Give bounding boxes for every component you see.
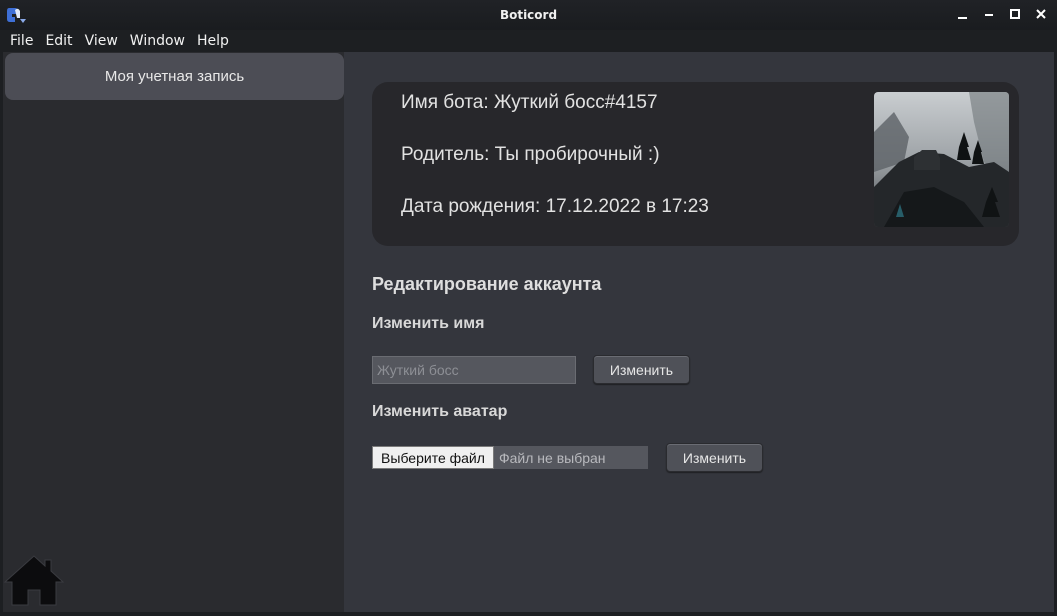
main-content: Имя бота: Жуткий босс#4157 Родитель: Ты … xyxy=(344,52,1054,612)
change-avatar-button[interactable]: Изменить xyxy=(666,443,763,472)
restore-icon[interactable] xyxy=(981,6,997,22)
close-icon[interactable] xyxy=(1033,6,1049,22)
bot-parent: Родитель: Ты пробирочный :) xyxy=(401,144,660,165)
choose-file-button[interactable]: Выберите файл xyxy=(372,446,494,469)
bot-name-input[interactable] xyxy=(372,356,576,384)
title-bar: Boticord xyxy=(0,0,1057,30)
avatar-file-input[interactable]: Выберите файл Файл не выбран xyxy=(372,446,648,469)
sidebar-item-my-account[interactable]: Моя учетная запись xyxy=(5,53,344,100)
window-title: Boticord xyxy=(499,8,558,22)
change-name-button-label: Изменить xyxy=(609,361,674,378)
file-status: Файл не выбран xyxy=(499,449,606,466)
sidebar: Моя учетная запись xyxy=(3,52,344,612)
menu-view[interactable]: View xyxy=(79,30,124,52)
window-controls xyxy=(955,6,1049,22)
bot-info-card: Имя бота: Жуткий босс#4157 Родитель: Ты … xyxy=(372,82,1019,246)
sidebar-item-label: Моя учетная запись xyxy=(104,68,245,85)
menu-file[interactable]: File xyxy=(4,30,39,52)
menu-bar: File Edit View Window Help xyxy=(0,30,1057,52)
menu-help[interactable]: Help xyxy=(191,30,235,52)
menu-window[interactable]: Window xyxy=(124,30,191,52)
bot-name: Имя бота: Жуткий босс#4157 xyxy=(401,92,658,113)
app-icon xyxy=(6,6,28,24)
change-name-title: Изменить имя xyxy=(372,315,485,332)
minimize-icon[interactable] xyxy=(955,6,971,22)
change-name-button[interactable]: Изменить xyxy=(593,355,690,384)
change-avatar-title: Изменить аватар xyxy=(372,403,508,420)
bot-birth-date: Дата рождения: 17.12.2022 в 17:23 xyxy=(401,196,709,217)
menu-edit[interactable]: Edit xyxy=(39,30,78,52)
change-avatar-button-label: Изменить xyxy=(682,449,747,466)
home-icon[interactable] xyxy=(3,554,65,606)
bot-avatar xyxy=(874,92,1009,227)
choose-file-label: Выберите файл xyxy=(381,449,485,466)
edit-account-title: Редактирование аккаунта xyxy=(372,274,602,294)
maximize-icon[interactable] xyxy=(1007,6,1023,22)
